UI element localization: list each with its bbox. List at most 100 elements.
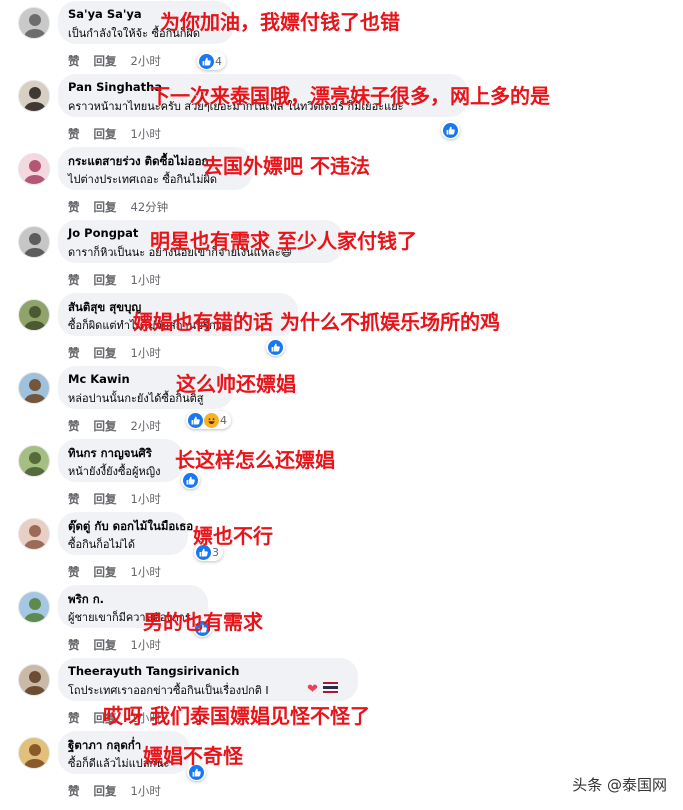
avatar[interactable] [18, 80, 50, 112]
reply-button[interactable]: 回复 [94, 418, 117, 433]
comment-author[interactable]: Jo Pongpat [68, 226, 138, 240]
like-button[interactable]: 赞 [68, 53, 80, 68]
reply-button[interactable]: 回复 [94, 345, 117, 360]
comment-author[interactable]: สันติสุข สุขบุญ [68, 299, 141, 317]
comment-text: ซื้อกินก็อไม่ได้ [68, 538, 135, 551]
like-button[interactable]: 赞 [68, 491, 80, 506]
comment-actions: 赞回复 1小时 [68, 272, 161, 287]
heart-icon: ❤ [307, 682, 318, 697]
reply-button[interactable]: 回复 [94, 564, 117, 579]
translation-overlay: 嫖也不行 [193, 524, 273, 548]
comment-actions: 赞回复 1小时 [68, 491, 161, 506]
translation-overlay: 去国外嫖吧 不违法 [203, 154, 370, 178]
reaction-count: 4 [220, 413, 227, 427]
comment-timestamp[interactable]: 1小时 [131, 637, 161, 652]
reply-button[interactable]: 回复 [94, 783, 117, 798]
comment-author[interactable]: กระแตสายร่วง ติดซื้อไม่ออก [68, 153, 208, 171]
reaction-count: 4 [215, 54, 222, 68]
comment-author[interactable]: พริก ก. [68, 591, 104, 609]
comment-author[interactable]: Pan Singhatha [68, 80, 162, 94]
like-button[interactable]: 赞 [68, 199, 80, 214]
watermark: 头条 @泰国网 [568, 773, 671, 796]
comment-timestamp[interactable]: 1小时 [131, 272, 161, 287]
comment-timestamp[interactable]: 2小时 [131, 53, 161, 68]
comment-actions: 赞回复 2小时 [68, 418, 161, 433]
comment-item: Pan Singhatha คราวหน้ามาไทยนะครับ สวยๆเยอ… [0, 73, 683, 146]
reply-button[interactable]: 回复 [94, 272, 117, 287]
comment-author[interactable]: Theerayuth Tangsirivanich [68, 664, 239, 678]
avatar[interactable] [18, 737, 50, 769]
comment-timestamp[interactable]: 2小时 [131, 418, 161, 433]
comment-author[interactable]: Mc Kawin [68, 372, 130, 386]
comment-author[interactable]: ทินกร กาญจนศิริ [68, 445, 152, 463]
reply-button[interactable]: 回复 [94, 53, 117, 68]
translation-overlay: 哎呀 我们泰国嫖娼见怪不怪了 [103, 704, 370, 728]
comment-timestamp[interactable]: 42分钟 [131, 199, 169, 214]
comment-author[interactable]: Sa'ya Sa'ya [68, 7, 142, 21]
avatar-image [23, 671, 47, 695]
reply-button[interactable]: 回复 [94, 199, 117, 214]
like-button[interactable]: 赞 [68, 710, 80, 725]
comment-timestamp[interactable]: 1小时 [131, 345, 161, 360]
like-reaction-icon [443, 122, 458, 138]
avatar[interactable] [18, 299, 50, 331]
comment-timestamp[interactable]: 1小时 [131, 783, 161, 798]
comment-actions: 赞回复 1小时 [68, 783, 161, 798]
avatar-image [23, 452, 47, 476]
reaction-badge[interactable]: 4 [186, 411, 231, 429]
comment-actions: 赞回复 1小时 [68, 637, 161, 652]
avatar[interactable] [18, 7, 50, 39]
comment-author[interactable]: ตุ๊ดตู่ กับ ดอกไม้ในมือเธอ [68, 518, 193, 536]
like-button[interactable]: 赞 [68, 272, 80, 287]
like-button[interactable]: 赞 [68, 564, 80, 579]
comment-item: Theerayuth Tangsirivanich โถประเทศเราออกข… [0, 657, 683, 730]
comment-item: Jo Pongpat ดาราก็หิวเป็นนะ อย่างน้อยเขาก็… [0, 219, 683, 292]
reaction-badge[interactable] [181, 471, 200, 489]
comment-timestamp[interactable]: 1小时 [131, 491, 161, 506]
comment-actions: 赞回复 1小时 [68, 345, 161, 360]
comment-item: กระแตสายร่วง ติดซื้อไม่ออก ไปต่างประเทศเถ… [0, 146, 683, 219]
avatar-image [23, 379, 47, 403]
reaction-badge[interactable]: 4 [197, 52, 226, 70]
reply-button[interactable]: 回复 [94, 126, 117, 141]
like-button[interactable]: 赞 [68, 126, 80, 141]
like-button[interactable]: 赞 [68, 637, 80, 652]
avatar[interactable] [18, 591, 50, 623]
reaction-badge[interactable] [441, 121, 460, 139]
translation-overlay: 为你加油，我嫖付钱了也错 [160, 10, 400, 34]
like-button[interactable]: 赞 [68, 783, 80, 798]
like-reaction-icon [188, 412, 203, 428]
avatar[interactable] [18, 445, 50, 477]
comment-item: Sa'ya Sa'ya เป็นกำลังใจให้จ้ะ ซื้อกินก็ผิ… [0, 0, 683, 73]
reply-button[interactable]: 回复 [94, 491, 117, 506]
avatar[interactable] [18, 153, 50, 185]
translation-overlay: 这么帅还嫖娼 [176, 372, 296, 396]
avatar-image [23, 87, 47, 111]
like-button[interactable]: 赞 [68, 345, 80, 360]
translation-overlay: 嫖娼也有错的话 为什么不抓娱乐场所的鸡 [133, 310, 500, 334]
thai-flag-icon [323, 678, 338, 693]
reaction-badge[interactable] [266, 338, 285, 356]
avatar[interactable] [18, 372, 50, 404]
comment-timestamp[interactable]: 1小时 [131, 564, 161, 579]
comment-bubble: Theerayuth Tangsirivanich โถประเทศเราออกข… [58, 658, 358, 701]
avatar-image [23, 744, 47, 768]
comment-actions: 赞回复 42分钟 [68, 199, 168, 214]
translation-overlay: 男的也有需求 [143, 610, 263, 634]
like-reaction-icon [183, 472, 198, 488]
reply-button[interactable]: 回复 [94, 637, 117, 652]
comment-author[interactable]: ฐิตาภา กลุดก่ำ [68, 737, 141, 755]
avatar[interactable] [18, 518, 50, 550]
translation-overlay: 长这样怎么还嫖娼 [175, 448, 335, 472]
comment-actions: 赞回复 1小时 [68, 126, 161, 141]
avatar[interactable] [18, 664, 50, 696]
avatar-image [23, 233, 47, 257]
comment-timestamp[interactable]: 1小时 [131, 126, 161, 141]
avatar[interactable] [18, 226, 50, 258]
avatar-image [23, 598, 47, 622]
comment-bubble: ทินกร กาญจนศิริ หน้ายังงี้ยังซื้อผู้หญิง [58, 439, 183, 482]
avatar-image [23, 525, 47, 549]
translation-overlay: 下一次来泰国哦，漂亮妹子很多，网上多的是 [150, 84, 550, 108]
like-button[interactable]: 赞 [68, 418, 80, 433]
comment-item: สันติสุข สุขบุญ ซื้อก็ผิดแต่ทำไมไม่จับสถา… [0, 292, 683, 365]
